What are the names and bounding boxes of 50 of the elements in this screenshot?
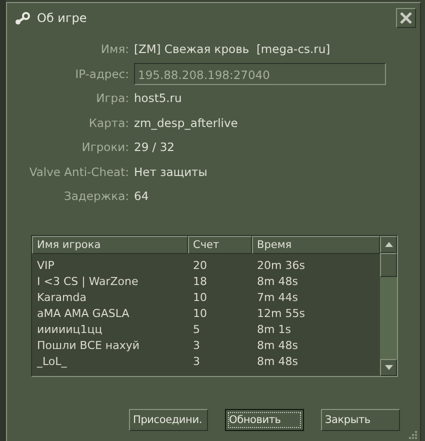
- table-cell-text: 10: [192, 306, 208, 322]
- field-label: Задержка:: [63, 189, 130, 204]
- dialog-button[interactable]: Обновить: [225, 408, 304, 430]
- field-label: IP-адрес:: [74, 66, 130, 81]
- window-title: Об игре: [37, 11, 87, 25]
- field-value: 64: [134, 189, 149, 204]
- field-label: Valve Anti-Cheat:: [28, 164, 130, 179]
- column-header[interactable]: Имя игрока: [32, 236, 188, 254]
- table-cell-text: 5: [192, 322, 201, 338]
- scroll-thumb[interactable]: [380, 252, 397, 276]
- table-cell-text: иииииц1цц: [36, 322, 104, 338]
- scroll-down-button[interactable]: [380, 358, 397, 376]
- resize-grip-icon[interactable]: [408, 430, 417, 439]
- table-cell-text: 12m 55s: [256, 306, 306, 322]
- table-cell-text: 20: [192, 258, 208, 274]
- table-cell-text: aMA AMA GASLA: [36, 306, 130, 322]
- field-value: zm_desp_afterlive: [134, 116, 238, 130]
- field-value: host5.ru: [134, 91, 182, 106]
- field-label: Имя:: [100, 42, 130, 56]
- table-cell-text: I <3 CS | WarZone: [36, 274, 140, 290]
- table-cell-text: 8m 48s: [256, 274, 299, 290]
- table-cell-text: VIP: [36, 258, 56, 274]
- close-button[interactable]: [396, 8, 416, 28]
- table-cell-text: 8m 1s: [256, 322, 292, 338]
- table-cell-text: Karamda: [36, 290, 88, 306]
- table-cell-text: 8m 48s: [256, 338, 299, 354]
- field-value: [ZM] Свежая кровь [mega-cs.ru]: [134, 42, 330, 56]
- field-value: Нет защиты: [134, 164, 208, 179]
- field-value: 29 / 32: [134, 140, 174, 154]
- field-label: Игра:: [95, 91, 130, 106]
- ip-address-field[interactable]: 195.88.208.198:27040: [134, 62, 386, 85]
- table-cell-text: 8m 48s: [256, 354, 299, 370]
- table-cell-text: 20m 36s: [256, 258, 306, 274]
- dialog-button[interactable]: Закрыть: [321, 408, 400, 430]
- table-cell-text: Пошли ВСЕ нахуй: [36, 338, 141, 354]
- table-cell-text: _LoL_: [36, 354, 68, 370]
- column-header[interactable]: Счет: [188, 236, 252, 254]
- field-label: Игроки:: [80, 140, 130, 154]
- table-cell-text: 7m 44s: [256, 290, 299, 306]
- scroll-up-button[interactable]: [380, 236, 397, 252]
- down-arrow-icon: [384, 364, 392, 370]
- dialog-button[interactable]: Присоедини.: [129, 408, 208, 430]
- column-header[interactable]: Время: [252, 236, 380, 254]
- table-cell-text: 10: [192, 290, 208, 306]
- table-cell-text: 18: [192, 274, 208, 290]
- up-arrow-icon: [384, 242, 392, 246]
- table-cell-text: 3: [192, 354, 201, 370]
- scrollbar[interactable]: [380, 236, 397, 376]
- table-cell-text: 3: [192, 338, 201, 354]
- field-label: Карта:: [88, 116, 130, 130]
